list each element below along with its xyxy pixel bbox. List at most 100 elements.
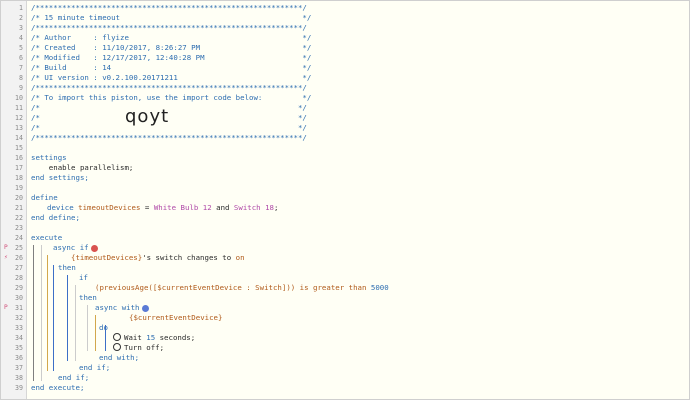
line-number: 18 [15, 174, 23, 182]
code-line: enable parallelism; [31, 163, 134, 172]
code-line: then [79, 293, 97, 302]
line-number: 39 [15, 384, 23, 392]
line-number: 28 [15, 274, 23, 282]
line-number: 12 [15, 114, 23, 122]
code-line: end if; [58, 373, 90, 382]
code-line: settings [31, 153, 67, 162]
nesting-bar [105, 325, 106, 351]
line-number: 5 [19, 44, 23, 52]
variable-name: timeoutDevices [78, 203, 141, 212]
code-line: end with; [99, 353, 140, 362]
condition-text: 's switch changes to [142, 253, 236, 262]
line-number: 36 [15, 354, 23, 362]
number-value: 5000 [370, 283, 389, 292]
turn-off-text: Turn off; [124, 343, 165, 352]
line-number: 22 [15, 214, 23, 222]
code-line: Turn off; [113, 343, 164, 353]
line-number: 2 [19, 14, 23, 22]
wait-rest: seconds; [155, 333, 196, 342]
code-line: execute [31, 233, 63, 242]
line-number: 15 [15, 144, 23, 152]
task-badge [141, 304, 149, 312]
line-number: 9 [19, 84, 23, 92]
line-number: 35 [15, 344, 23, 352]
code-line: /***************************************… [31, 23, 307, 32]
code-line: /* Modified : 12/17/2017, 12:40:28 PM */ [31, 53, 312, 62]
line-number: 19 [15, 184, 23, 192]
nesting-bar [67, 275, 68, 361]
number-value: 15 [146, 333, 156, 342]
code-line: end define; [31, 213, 80, 222]
line-number: 4 [19, 34, 23, 42]
code-area: /***************************************… [27, 1, 689, 399]
code-line: /* To import this piston, use the import… [31, 93, 312, 102]
wait-keyword: Wait [124, 333, 147, 342]
nesting-bar [53, 265, 54, 371]
nesting-bar [33, 245, 34, 381]
semicolon: ; [273, 203, 279, 212]
and-text: and [211, 203, 234, 212]
condition-badge [90, 244, 98, 252]
code-line: {$currentEventDevice} [129, 313, 223, 322]
line-number: 32 [15, 314, 23, 322]
line-number: 33 [15, 324, 23, 332]
code-line: end execute; [31, 383, 85, 392]
value-on: on [235, 253, 245, 262]
keyword-async-if: async if [53, 243, 89, 252]
line-number: 11 [15, 104, 23, 112]
code-line: /* UI version : v0.2.100.20171211 */ [31, 73, 312, 82]
line-number: 14 [15, 134, 23, 142]
code-line: Wait 15 seconds; [113, 333, 195, 343]
line-number: 21 [15, 204, 23, 212]
nesting-bar [87, 305, 88, 351]
line-number: 27 [15, 264, 23, 272]
code-line: /***************************************… [31, 83, 307, 92]
operator: = [140, 203, 154, 212]
line-number: 17 [15, 164, 23, 172]
line-number: 16 [15, 154, 23, 162]
line-marker: ⚡ [4, 254, 8, 261]
code-line: /***************************************… [31, 3, 307, 12]
clock-icon [113, 333, 121, 341]
device-name: White Bulb 12 [153, 203, 212, 212]
code-line: if [79, 273, 88, 282]
code-line: (previousAge([$currentEventDevice : Swit… [95, 283, 389, 293]
line-number: 30 [15, 294, 23, 302]
line-number: 1 [19, 4, 23, 12]
code-line: /***************************************… [31, 133, 307, 142]
code-line: async if [53, 243, 98, 253]
code-line: define [31, 193, 58, 202]
code-editor: /***************************************… [0, 0, 690, 400]
code-line: do [99, 323, 108, 332]
line-number: 24 [15, 234, 23, 242]
code-line: /* Created : 11/10/2017, 8:26:27 PM */ [31, 43, 312, 52]
line-number: 38 [15, 374, 23, 382]
line-marker: P [4, 244, 8, 251]
nesting-bar [47, 255, 48, 371]
line-number: 8 [19, 74, 23, 82]
line-number: 6 [19, 54, 23, 62]
nesting-bar [75, 285, 76, 361]
keyword-device: device [47, 203, 74, 212]
line-number: 20 [15, 194, 23, 202]
line-marker: P [4, 304, 8, 311]
code-line: async with [95, 303, 149, 313]
nesting-bar [41, 245, 42, 381]
line-number: 3 [19, 24, 23, 32]
line-number: 34 [15, 334, 23, 342]
code-line: /* 15 minute timeout */ [31, 13, 312, 22]
code-line: end settings; [31, 173, 89, 182]
code-line: then [58, 263, 76, 272]
code-line: /* Author : flyize */ [31, 33, 312, 42]
code-line: /* Build : 14 */ [31, 63, 312, 72]
line-number: 29 [15, 284, 23, 292]
line-number: 10 [15, 94, 23, 102]
device-name: Switch 18 [233, 203, 274, 212]
import-code: qoyt [125, 106, 170, 127]
variable-name: {timeoutDevices} [71, 253, 143, 262]
line-number: 13 [15, 124, 23, 132]
code-line: end if; [79, 363, 111, 372]
clock-icon [113, 343, 121, 351]
code-line: device timeoutDevices = White Bulb 12 an… [47, 203, 278, 213]
nesting-bar [95, 315, 96, 351]
